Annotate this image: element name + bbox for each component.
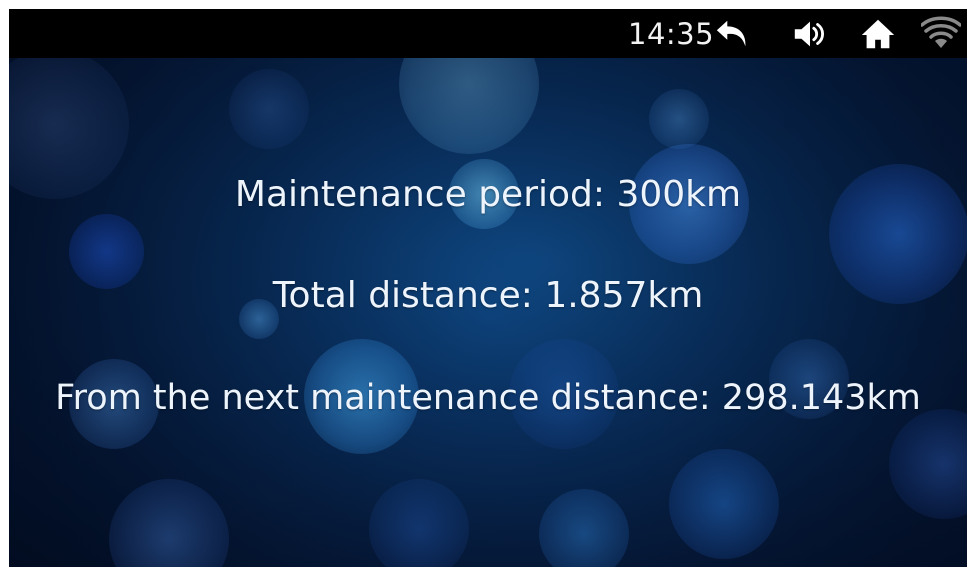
speaker-volume-icon[interactable]	[791, 16, 829, 52]
next-maintenance-distance-label: From the next maintenance distance: 298.…	[55, 378, 921, 418]
back-arrow-icon[interactable]	[714, 16, 752, 52]
maintenance-screen: 14:35 Maintenance period: 300km Total di…	[9, 9, 967, 567]
home-icon[interactable]	[859, 16, 897, 52]
status-bar: 14:35	[9, 9, 967, 58]
status-clock: 14:35	[628, 17, 715, 51]
total-distance-label: Total distance: 1.857km	[272, 275, 704, 316]
wifi-signal-icon	[921, 16, 961, 52]
device-frame: 14:35 Maintenance period: 300km Total di…	[0, 0, 971, 571]
maintenance-period-label: Maintenance period: 300km	[234, 174, 742, 215]
